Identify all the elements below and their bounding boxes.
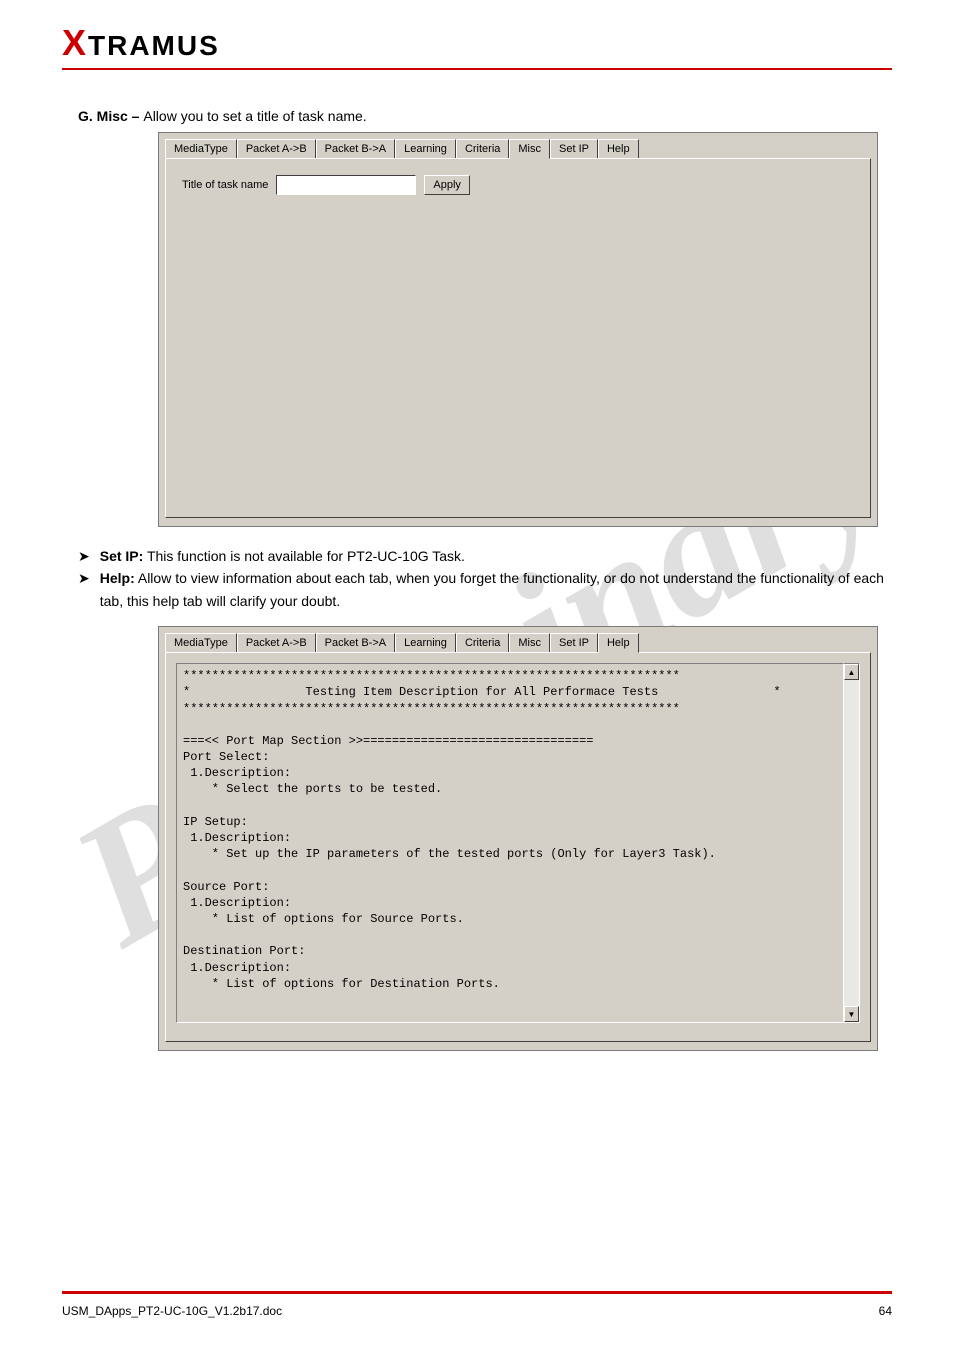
tab-setip[interactable]: Set IP bbox=[550, 139, 598, 158]
help-text-area[interactable]: ****************************************… bbox=[176, 663, 844, 1023]
footer-filename: USM_DApps_PT2-UC-10G_V1.2b17.doc bbox=[62, 1304, 282, 1318]
tab-criteria[interactable]: Criteria bbox=[456, 633, 509, 652]
page-header: XTRAMUS bbox=[0, 0, 954, 64]
bullet-list: ➤ Set IP: This function is not available… bbox=[78, 545, 892, 612]
scroll-track[interactable] bbox=[844, 680, 859, 1006]
tab-help[interactable]: Help bbox=[598, 139, 639, 158]
help-panel: MediaType Packet A->B Packet B->A Learni… bbox=[158, 626, 878, 1051]
section-g-title: G. Misc – Allow you to set a title of ta… bbox=[78, 108, 892, 124]
footer-rule bbox=[62, 1291, 892, 1294]
bullet-icon: ➤ bbox=[78, 567, 90, 612]
scroll-up-button[interactable]: ▲ bbox=[844, 664, 859, 680]
footer-page-number: 64 bbox=[879, 1304, 892, 1318]
brand-logo: XTRAMUS bbox=[62, 30, 220, 61]
tab-mediatype[interactable]: MediaType bbox=[165, 633, 237, 652]
scroll-down-button[interactable]: ▼ bbox=[844, 1006, 859, 1022]
tab-mediatype[interactable]: MediaType bbox=[165, 139, 237, 158]
task-name-input[interactable] bbox=[276, 175, 416, 195]
tab-packet-ab[interactable]: Packet A->B bbox=[237, 139, 316, 158]
tab-packet-ba[interactable]: Packet B->A bbox=[316, 139, 395, 158]
scrollbar[interactable]: ▲ ▼ bbox=[844, 663, 860, 1023]
task-name-label: Title of task name bbox=[182, 179, 268, 191]
tab-bar-help: MediaType Packet A->B Packet B->A Learni… bbox=[159, 627, 877, 652]
tab-packet-ba[interactable]: Packet B->A bbox=[316, 633, 395, 652]
bullet-setip: Set IP: This function is not available f… bbox=[100, 545, 465, 567]
bullet-help: Help: Allow to view information about ea… bbox=[100, 567, 892, 612]
tab-learning[interactable]: Learning bbox=[395, 633, 456, 652]
tab-criteria[interactable]: Criteria bbox=[456, 139, 509, 158]
bullet-icon: ➤ bbox=[78, 545, 90, 567]
tab-packet-ab[interactable]: Packet A->B bbox=[237, 633, 316, 652]
tab-misc[interactable]: Misc bbox=[509, 139, 550, 159]
page-footer: USM_DApps_PT2-UC-10G_V1.2b17.doc 64 bbox=[62, 1304, 892, 1318]
misc-tab-body: Title of task name Apply bbox=[165, 158, 871, 518]
tab-setip[interactable]: Set IP bbox=[550, 633, 598, 652]
apply-button[interactable]: Apply bbox=[424, 175, 470, 195]
help-tab-body: ****************************************… bbox=[165, 652, 871, 1042]
tab-bar-misc: MediaType Packet A->B Packet B->A Learni… bbox=[159, 133, 877, 158]
misc-panel: MediaType Packet A->B Packet B->A Learni… bbox=[158, 132, 878, 527]
tab-learning[interactable]: Learning bbox=[395, 139, 456, 158]
tab-help[interactable]: Help bbox=[598, 633, 639, 653]
tab-misc[interactable]: Misc bbox=[509, 633, 550, 652]
